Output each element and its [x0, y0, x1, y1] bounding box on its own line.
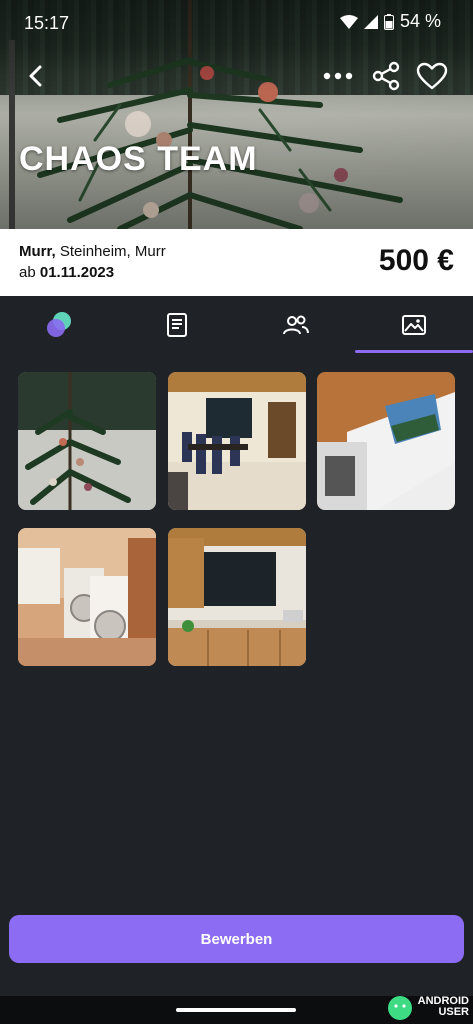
listing-address: Murr, Steinheim, Murr: [19, 243, 166, 260]
androiduser-watermark: ANDROID USER: [386, 994, 469, 1020]
tab-details[interactable]: [118, 296, 236, 354]
tab-overview[interactable]: [0, 296, 118, 354]
tab-bar: [0, 296, 473, 354]
android-robot-icon: [387, 996, 412, 1020]
more-dots-icon: [323, 72, 353, 80]
battery-icon: [383, 13, 394, 30]
available-from-date: 01.11.2023: [39, 264, 115, 281]
gallery-photo-4[interactable]: [18, 528, 156, 666]
listing-city: Murr,: [19, 243, 56, 260]
listing-price: 500 €: [378, 244, 454, 277]
battery-percent: 54 %: [399, 11, 441, 31]
home-indicator[interactable]: [176, 1008, 296, 1012]
gallery-photo-5[interactable]: [168, 528, 306, 666]
gallery-photo-1[interactable]: [18, 372, 156, 510]
overview-icon: [47, 312, 71, 337]
more-options-button[interactable]: [318, 56, 358, 96]
chevron-left-icon: [29, 65, 42, 87]
tab-people[interactable]: [237, 296, 355, 354]
page-title: CHAOS TEAM: [19, 140, 258, 178]
listing-availability: ab 01.11.2023: [19, 264, 114, 281]
gallery-photo-2[interactable]: [168, 372, 306, 510]
status-time: 15:17: [24, 13, 70, 33]
signal-icon: [363, 14, 378, 29]
back-button[interactable]: [16, 56, 56, 96]
photo-dining-room: [168, 372, 306, 510]
status-bar: 15:17 54 %: [0, 0, 473, 46]
favorite-button[interactable]: [412, 56, 452, 96]
photo-wall-mural: [317, 372, 455, 510]
heart-icon: [416, 62, 448, 90]
photo-christmas-tree: [18, 372, 156, 510]
gallery-photo-3[interactable]: [317, 372, 455, 510]
people-icon: [283, 315, 309, 335]
share-button[interactable]: [366, 56, 406, 96]
tab-gallery[interactable]: [355, 296, 473, 354]
apply-button[interactable]: Bewerben: [9, 915, 464, 963]
image-icon: [402, 315, 426, 335]
watermark-line2: USER: [438, 1006, 469, 1018]
photo-laundry-room: [18, 528, 156, 666]
available-from-prefix: ab: [19, 264, 40, 281]
active-tab-indicator: [355, 350, 473, 353]
document-icon: [167, 313, 187, 337]
share-icon: [372, 61, 400, 91]
listing-address-rest: Steinheim, Murr: [55, 243, 166, 260]
photo-kitchen: [168, 528, 306, 666]
top-action-bar: [0, 55, 473, 99]
wifi-icon: [339, 14, 358, 29]
